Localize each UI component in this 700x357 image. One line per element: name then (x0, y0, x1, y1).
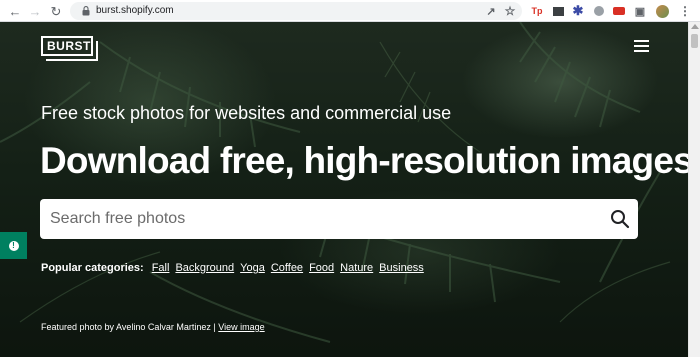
puzzle-icon[interactable]: ▣ (633, 4, 647, 18)
search-icon[interactable] (610, 209, 630, 229)
avatar[interactable] (655, 4, 669, 18)
kebab-menu-icon[interactable]: ⋮ (678, 4, 692, 18)
category-link-yoga[interactable]: Yoga (240, 262, 265, 274)
reload-icon[interactable]: ↻ (48, 3, 64, 19)
fern-background-image (0, 22, 671, 343)
back-arrow-icon[interactable]: ← (7, 3, 23, 19)
forward-arrow-icon[interactable]: → (27, 3, 43, 19)
address-bar[interactable]: burst.shopify.com (70, 2, 522, 20)
hero-headline: Download free, high-resolution images (40, 140, 688, 181)
photo-credit: Featured photo by Avelino Calvar Martine… (41, 322, 265, 332)
scroll-up-arrow-icon[interactable] (691, 24, 699, 29)
burst-logo[interactable]: BURST (41, 36, 103, 62)
category-link-business[interactable]: Business (379, 262, 424, 274)
category-link-food[interactable]: Food (309, 262, 334, 274)
badge-extension-icon[interactable] (612, 4, 626, 18)
info-icon: ! (8, 240, 19, 251)
category-link-background[interactable]: Background (175, 262, 234, 274)
categories-label: Popular categories: (41, 262, 144, 274)
search-input[interactable] (40, 199, 600, 239)
view-image-link[interactable]: View image (218, 322, 264, 332)
credit-text: Featured photo by Avelino Calvar Martine… (41, 322, 216, 332)
film-extension-icon[interactable] (551, 4, 565, 18)
page-scrollbar[interactable] (688, 22, 700, 357)
lock-icon (82, 6, 90, 16)
scroll-thumb[interactable] (691, 34, 698, 48)
logo-text: BURST (47, 39, 91, 53)
asterisk-extension-icon[interactable]: ✱ (571, 3, 585, 18)
feedback-button[interactable]: ! (0, 232, 27, 259)
hero-subtitle: Free stock photos for websites and comme… (41, 103, 452, 123)
hero-section: BURST Free stock photos for websites and… (0, 22, 688, 357)
browser-toolbar: ← → ↻ burst.shopify.com ↗ ☆ Tp ✱ ▣ ⋮ (0, 0, 700, 22)
popular-categories: Popular categories: Fall Background Yoga… (41, 262, 424, 274)
category-link-fall[interactable]: Fall (152, 262, 170, 274)
url-text: burst.shopify.com (96, 5, 174, 16)
category-link-coffee[interactable]: Coffee (271, 262, 303, 274)
disc-extension-icon[interactable] (592, 4, 606, 18)
hamburger-menu-icon[interactable] (634, 39, 650, 53)
search-box (40, 199, 638, 239)
tp-extension-icon[interactable]: Tp (530, 4, 544, 18)
star-icon[interactable]: ☆ (503, 4, 517, 18)
category-link-nature[interactable]: Nature (340, 262, 373, 274)
share-icon[interactable]: ↗ (484, 4, 498, 18)
